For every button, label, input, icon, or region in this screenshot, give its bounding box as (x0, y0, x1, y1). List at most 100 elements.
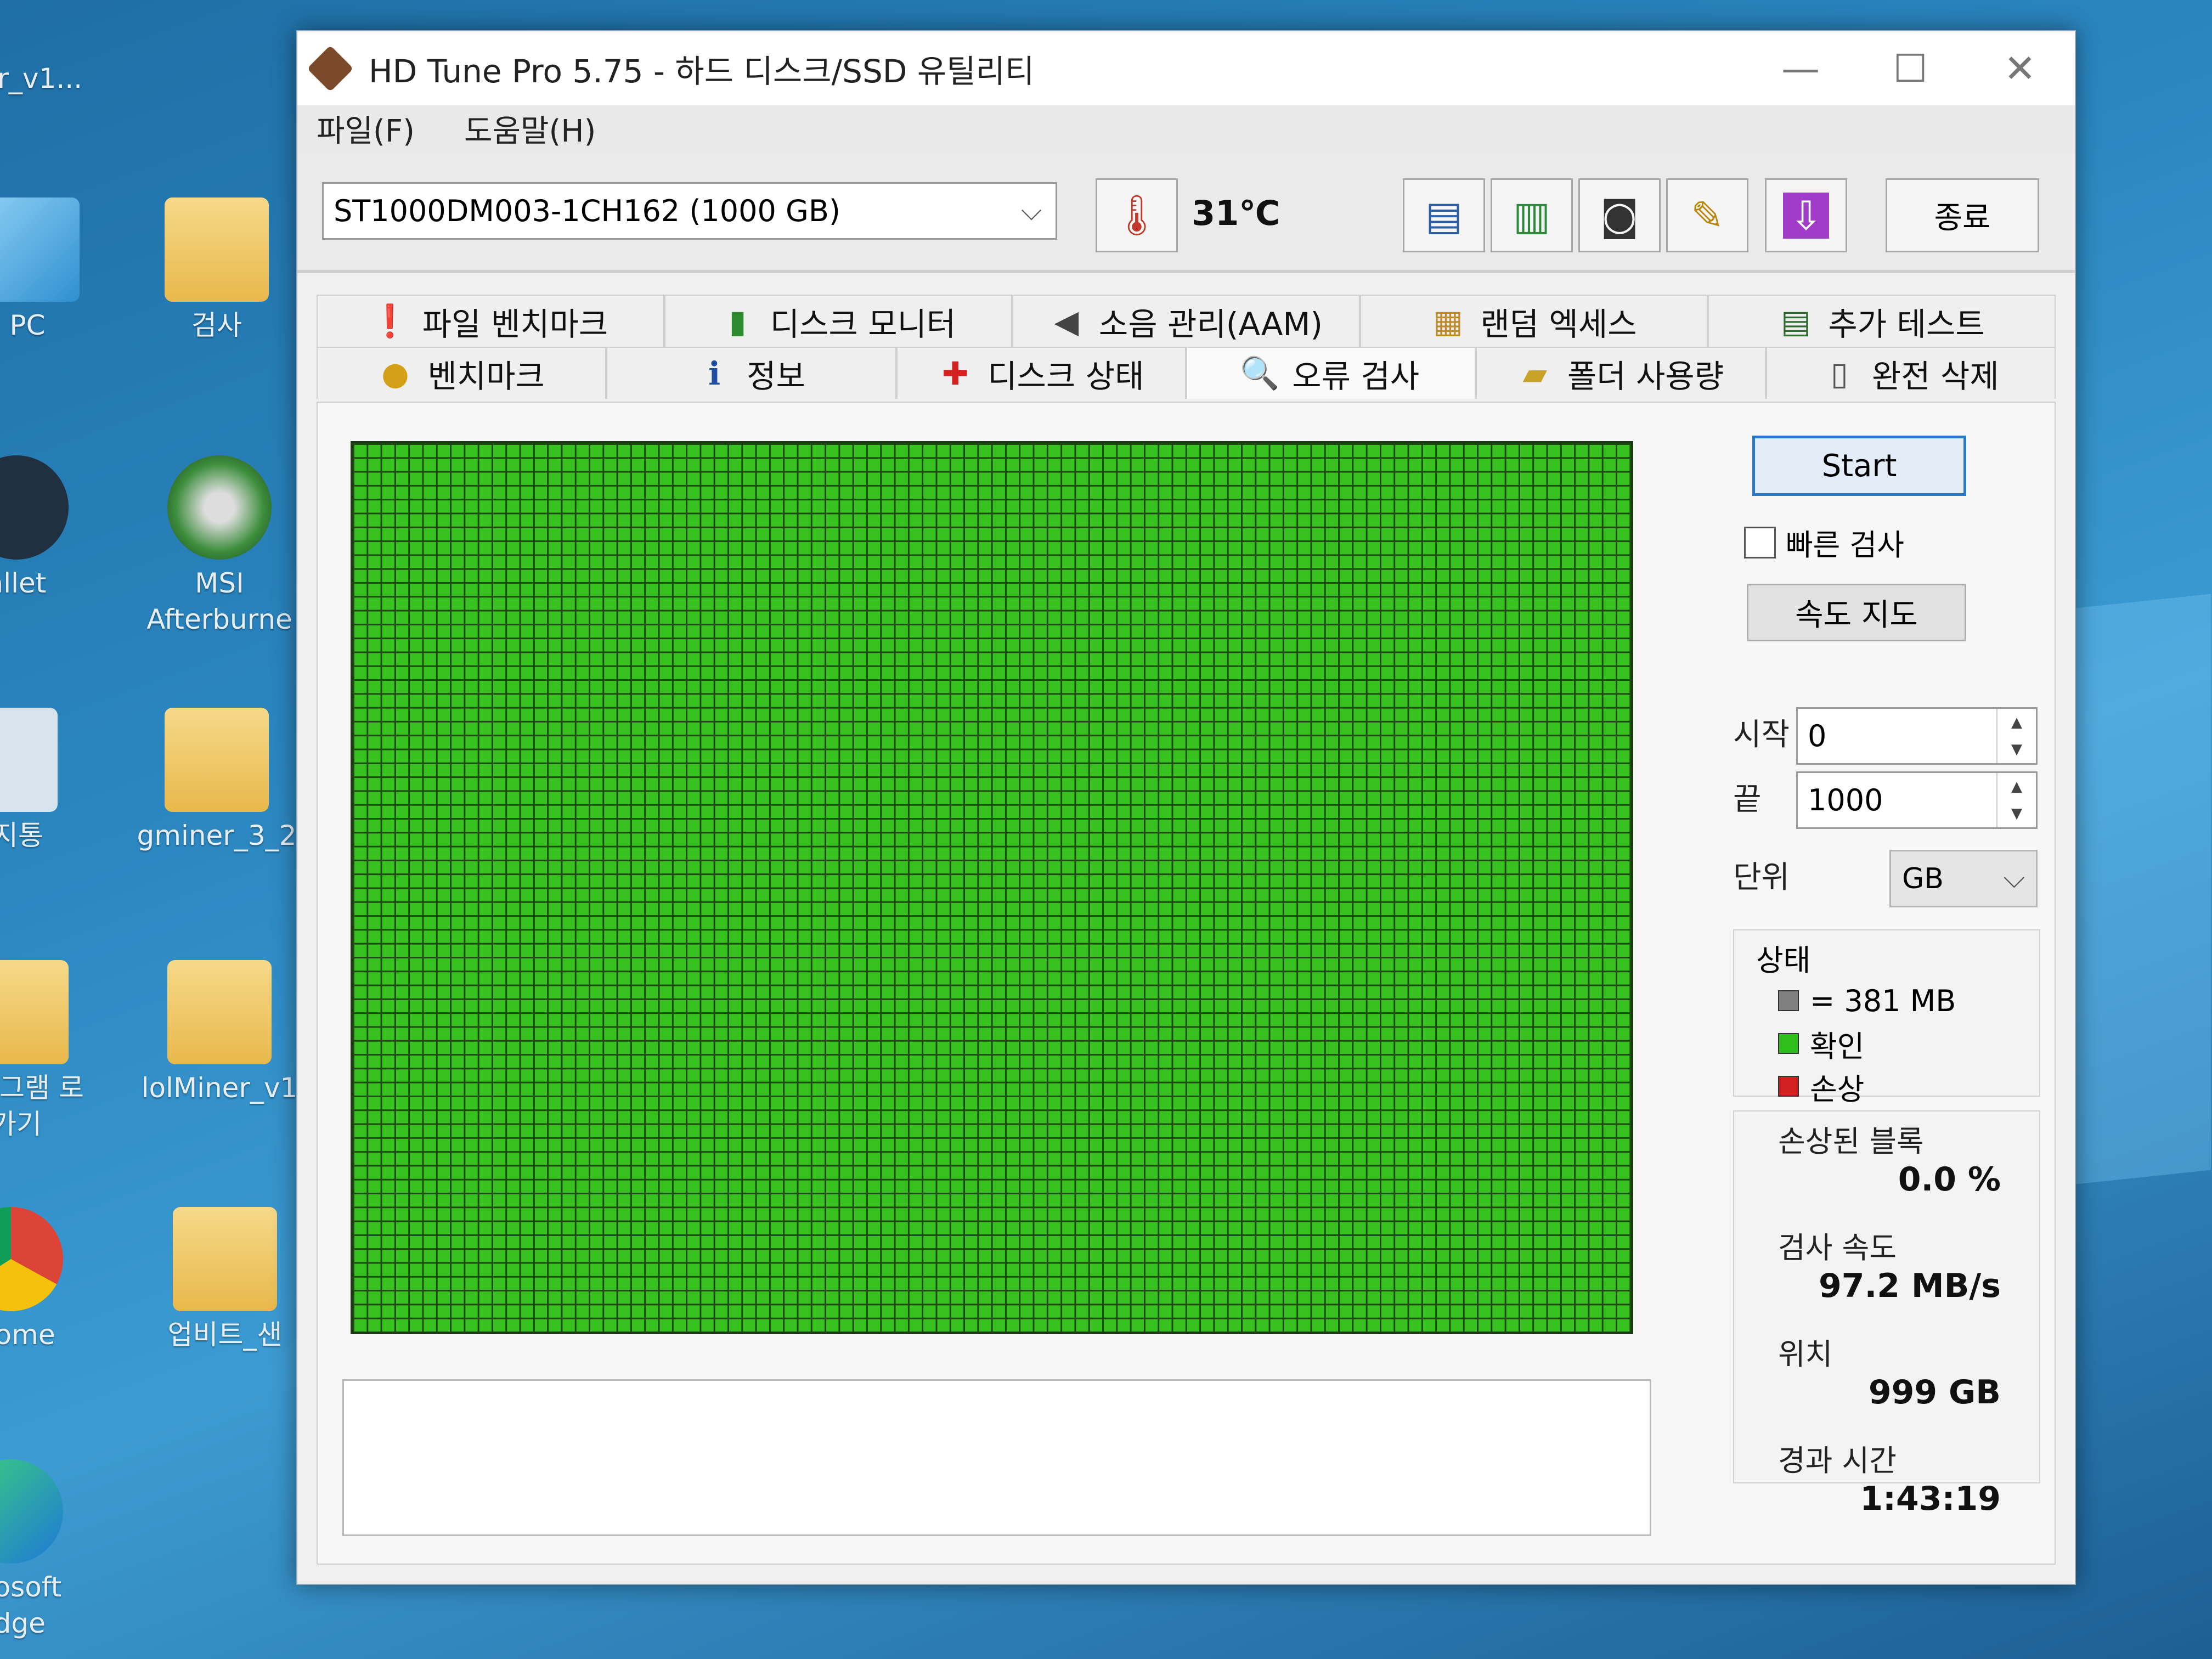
end-label: 끝 (1733, 782, 1762, 817)
tab-health[interactable]: ✚ 디스크 상태 (896, 347, 1186, 399)
tab-label: 정보 (747, 357, 805, 395)
chevron-down-icon: ⌵ (2003, 862, 2025, 895)
copy-info-button[interactable]: ▤ (1403, 178, 1485, 252)
tab-label: 오류 검사 (1292, 357, 1420, 395)
copy-screenshot-button[interactable]: ▥ (1491, 178, 1573, 252)
download-arrow-icon: ⇩ (1782, 192, 1830, 239)
menu-bar: 파일(F) 도움말(H) (297, 105, 2075, 152)
desktop-icon-recycle-bin[interactable]: 휴지통 (0, 708, 88, 854)
unit-select-value: GB (1902, 862, 1944, 895)
unit-label: 단위 (1733, 860, 1790, 895)
tab-extra-tests[interactable]: ▤ 추가 테스트 (1708, 295, 2056, 347)
checkbox-box[interactable] (1744, 526, 1776, 558)
edge-icon (0, 1459, 63, 1564)
damaged-swatch (1778, 1076, 1799, 1097)
options-button[interactable]: ✎ (1666, 178, 1748, 252)
ok-label: 확인 (1810, 1029, 1865, 1064)
desktop-icon-folder[interactable]: 업비트_샌 (143, 1207, 307, 1353)
minimize-button[interactable]: — (1746, 31, 1855, 105)
folder-icon (167, 960, 272, 1064)
desktop-icon-chrome[interactable]: hrome (0, 1207, 93, 1353)
folder-icon (173, 1207, 277, 1311)
spin-up-icon[interactable]: ▲ (1997, 773, 2036, 800)
drive-select[interactable]: ST1000DM003-1CH162 (1000 GB) ⌵ (322, 182, 1057, 240)
title-bar[interactable]: HD Tune Pro 5.75 - 하드 디스크/SSD 유틸리티 — ☐ ✕ (297, 31, 2075, 105)
scan-block-grid (351, 441, 1633, 1334)
tab-label: 소음 관리(AAM) (1098, 305, 1323, 343)
trash-icon: ▯ (1830, 354, 1848, 392)
position-label: 위치 (1778, 1337, 1833, 1372)
spin-down-icon[interactable]: ▼ (1997, 800, 2036, 828)
close-button[interactable]: ✕ (1965, 31, 2075, 105)
tab-folder-usage[interactable]: ▰ 폴더 사용량 (1476, 347, 1766, 399)
save-button[interactable]: ⇩ (1765, 178, 1847, 252)
copy-green-icon: ▥ (1513, 192, 1551, 239)
block-swatch (1778, 990, 1799, 1011)
drive-select-value: ST1000DM003-1CH162 (1000 GB) (334, 194, 840, 228)
unit-select[interactable]: GB ⌵ (1889, 850, 2038, 907)
tab-label: 디스크 상태 (988, 357, 1144, 395)
scan-log-box (342, 1379, 1651, 1536)
quick-scan-checkbox[interactable]: 빠른 검사 (1744, 521, 1904, 564)
tab-label: 폴더 사용량 (1567, 357, 1724, 395)
exit-button[interactable]: 종료 (1886, 178, 2039, 252)
tab-file-benchmark[interactable]: ❗ 파일 벤치마크 (317, 295, 664, 347)
options-icon: ✎ (1690, 192, 1724, 239)
temperature-button[interactable]: 🌡 (1096, 178, 1178, 252)
tab-error-scan[interactable]: 🔍 오류 검사 (1186, 347, 1476, 399)
copy-icon: ▤ (1425, 192, 1463, 239)
damaged-blocks-value: 0.0 % (1898, 1160, 2001, 1199)
tab-bar: ❗ 파일 벤치마크 ▮ 디스크 모니터 ◀ 소음 관리(AAM) ▦ 랜덤 엑세스 ▤ 추… (317, 295, 2056, 402)
monitor-icon (0, 198, 80, 302)
desktop-icon-edge[interactable]: icrosoft Edge (0, 1459, 93, 1641)
screenshot-button[interactable]: ◙ (1578, 178, 1661, 252)
tab-label: 파일 벤치마크 (422, 305, 608, 343)
position-value: 999 GB (1868, 1373, 2001, 1412)
camera-icon: ◙ (1600, 192, 1639, 239)
tab-random-access[interactable]: ▦ 랜덤 엑세스 (1360, 295, 1708, 347)
scan-speed-value: 97.2 MB/s (1819, 1267, 2001, 1305)
tab-disk-monitor[interactable]: ▮ 디스크 모니터 (664, 295, 1012, 347)
tab-erase[interactable]: ▯ 완전 삭제 (1765, 347, 2056, 399)
file-benchmark-icon: ❗ (370, 302, 410, 340)
desktop-icon[interactable]: ner_v1... (0, 0, 82, 97)
chrome-icon (0, 1207, 63, 1311)
tab-info[interactable]: ℹ 정보 (606, 347, 896, 399)
ok-swatch (1778, 1033, 1799, 1054)
tab-aam[interactable]: ◀ 소음 관리(AAM) (1012, 295, 1360, 347)
status-title: 상태 (1756, 943, 1811, 978)
error-scan-panel: Start 빠른 검사 속도 지도 시작 0 ▲ ▼ 끝 1000 ▲ ▼ 단위 G… (317, 402, 2056, 1565)
scan-controls: Start 빠른 검사 속도 지도 시작 0 ▲ ▼ 끝 1000 ▲ ▼ 단위 G… (1733, 403, 2040, 1555)
desktop-icon-folder[interactable]: lolMiner_v1 (137, 960, 302, 1106)
legend-damaged: 손상 (1778, 1065, 2039, 1108)
toolbar: ST1000DM003-1CH162 (1000 GB) ⌵ 🌡 31℃ ▤ ▥… (297, 152, 2075, 273)
desktop-icon-pc[interactable]: PC (0, 198, 110, 343)
window-title: HD Tune Pro 5.75 - 하드 디스크/SSD 유틸리티 (369, 52, 1035, 90)
start-input[interactable]: 0 ▲ ▼ (1796, 707, 2038, 765)
tab-label: 완전 삭제 (1871, 357, 1999, 395)
maximize-button[interactable]: ☐ (1855, 31, 1965, 105)
desktop-icon-folder[interactable]: gminer_3_2 (134, 708, 299, 854)
spin-up-icon[interactable]: ▲ (1997, 709, 2036, 736)
speed-map-button[interactable]: 속도 지도 (1747, 584, 1966, 641)
status-legend: 상태 = 381 MB 확인 손상 (1733, 929, 2040, 1107)
desktop-icon-msi-afterburner[interactable]: MSI Afterburne (137, 455, 302, 637)
desktop-icon-folder[interactable]: 검사 (134, 198, 299, 343)
hdtune-app-icon (307, 45, 354, 92)
chevron-down-icon: ⌵ (1021, 195, 1042, 227)
start-button[interactable]: Start (1752, 436, 1966, 496)
end-input[interactable]: 1000 ▲ ▼ (1796, 771, 2038, 829)
thermometer-icon: 🌡 (1111, 192, 1162, 238)
menu-help[interactable]: 도움말(H) (464, 106, 596, 151)
menu-file[interactable]: 파일(F) (317, 106, 415, 151)
tab-benchmark[interactable]: ● 벤치마크 (317, 347, 607, 399)
spin-down-icon[interactable]: ▼ (1997, 736, 2036, 764)
bulb-icon: ● (381, 354, 409, 392)
desktop-icon-folder[interactable]: 프로그램 로 가기 (0, 960, 99, 1142)
elapsed-time-value: 1:43:19 (1860, 1480, 2001, 1518)
elapsed-time-label: 경과 시간 (1778, 1443, 1897, 1478)
extra-test-icon: ▤ (1780, 302, 1811, 340)
desktop-icon-wallet[interactable]: allet (0, 455, 99, 601)
random-icon: ▦ (1432, 302, 1463, 340)
quick-scan-label: 빠른 검사 (1786, 528, 1904, 562)
